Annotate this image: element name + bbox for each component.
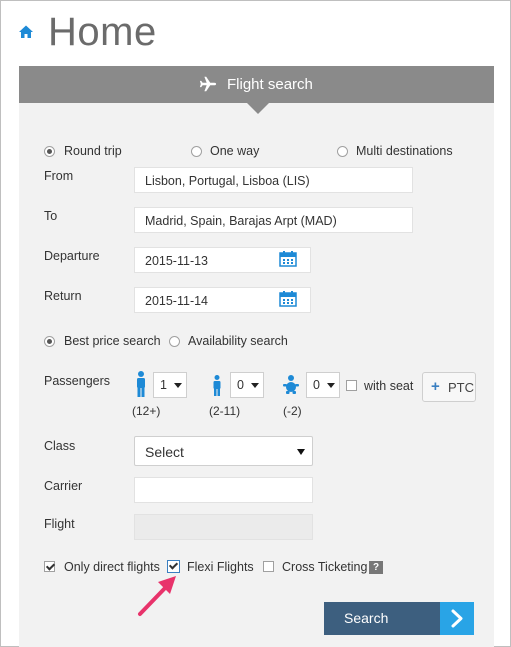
chevron-down-icon: [251, 383, 259, 388]
child-icon: [213, 375, 221, 396]
from-input[interactable]: Lisbon, Portugal, Lisboa (LIS): [134, 167, 413, 193]
flight-search-panel: Flight search Round trip One way Multi d…: [19, 66, 494, 647]
annotation-arrow-icon: [138, 576, 176, 616]
child-count-value: 0: [237, 378, 244, 392]
one-way-label: One way: [210, 144, 260, 158]
availability-radio[interactable]: [169, 336, 180, 347]
multi-destinations-label: Multi destinations: [356, 144, 453, 158]
infant-count-value: 0: [313, 378, 320, 392]
return-calendar-icon[interactable]: [279, 291, 297, 307]
ptc-button[interactable]: + PTC: [422, 372, 476, 402]
search-button-label: Search: [344, 610, 389, 626]
help-icon[interactable]: ?: [369, 561, 383, 574]
carrier-label: Carrier: [44, 479, 83, 493]
home-icon[interactable]: [18, 24, 34, 40]
infant-icon: [283, 375, 299, 394]
chevron-down-icon: [174, 383, 182, 388]
search-button[interactable]: Search: [324, 602, 474, 635]
with-seat-label: with seat: [364, 379, 414, 393]
round-trip-label: Round trip: [64, 144, 122, 158]
availability-label: Availability search: [188, 334, 288, 348]
direct-flights-checkbox[interactable]: [44, 561, 55, 572]
panel-header: Flight search: [19, 66, 494, 114]
cross-ticketing-checkbox[interactable]: [263, 561, 274, 572]
adult-age-caption: (12+): [132, 404, 161, 418]
cross-ticketing-label: Cross Ticketing: [282, 560, 368, 574]
multi-destinations-radio[interactable]: [337, 146, 348, 157]
passengers-label: Passengers: [44, 374, 111, 388]
panel-title: Flight search: [227, 76, 313, 93]
chevron-right-icon: [440, 602, 474, 635]
direct-flights-label: Only direct flights: [64, 560, 160, 574]
page-title: Home: [48, 10, 157, 54]
chevron-down-icon: [327, 383, 335, 388]
best-price-label: Best price search: [64, 334, 161, 348]
class-select[interactable]: Select: [134, 436, 313, 466]
infant-count-select[interactable]: 0: [306, 372, 340, 398]
class-label: Class: [44, 439, 76, 453]
infant-age-caption: (-2): [283, 404, 302, 418]
child-count-select[interactable]: 0: [230, 372, 264, 398]
round-trip-radio[interactable]: [44, 146, 55, 157]
one-way-radio[interactable]: [191, 146, 202, 157]
carrier-input[interactable]: [134, 477, 313, 503]
to-label: To: [44, 209, 58, 223]
adult-count-value: 1: [160, 378, 167, 392]
from-label: From: [44, 169, 74, 183]
to-input[interactable]: Madrid, Spain, Barajas Arpt (MAD): [134, 207, 413, 233]
best-price-radio[interactable]: [44, 336, 55, 347]
flexi-flights-checkbox[interactable]: [167, 560, 180, 573]
departure-calendar-icon[interactable]: [279, 251, 297, 267]
flight-input: [134, 514, 313, 540]
chevron-down-icon: [297, 449, 305, 455]
header-notch: [247, 103, 269, 114]
with-seat-checkbox[interactable]: [346, 380, 357, 391]
flight-label: Flight: [44, 517, 75, 531]
departure-label: Departure: [44, 249, 100, 263]
ptc-button-label: PTC: [448, 380, 474, 395]
class-select-value: Select: [145, 444, 184, 460]
return-label: Return: [44, 289, 82, 303]
flexi-flights-label: Flexi Flights: [187, 560, 254, 574]
plane-icon: [199, 76, 217, 92]
plus-icon: +: [431, 378, 440, 395]
adult-count-select[interactable]: 1: [153, 372, 187, 398]
child-age-caption: (2-11): [209, 404, 241, 418]
adult-icon: [137, 371, 145, 397]
